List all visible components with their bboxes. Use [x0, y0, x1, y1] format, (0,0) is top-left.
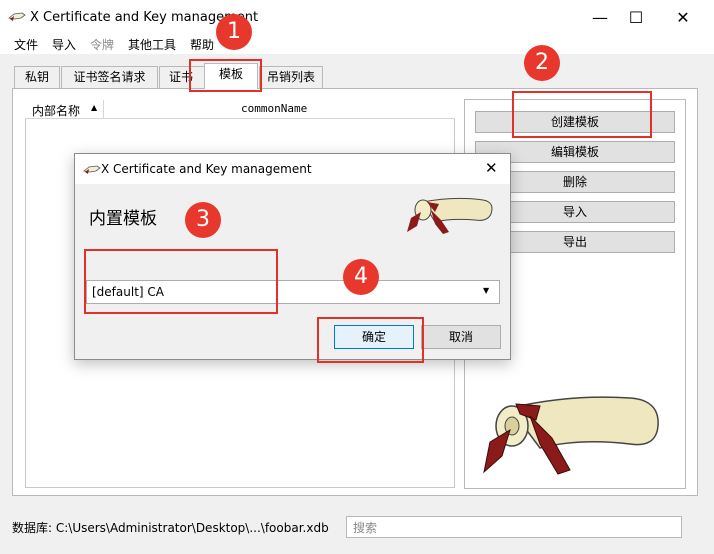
annotation-badge-1: 1: [216, 14, 252, 50]
column-divider: [103, 100, 104, 118]
close-icon[interactable]: ✕: [660, 0, 706, 34]
app-logo-icon: [8, 9, 26, 26]
menu-help[interactable]: 帮助: [190, 36, 214, 53]
highlight-create-template: [512, 91, 652, 138]
column-commonname[interactable]: commonName: [241, 102, 307, 115]
dialog-logo-icon: [83, 163, 101, 178]
main-window: X Certificate and Key management — ☐ ✕ 文…: [0, 0, 714, 554]
cancel-button[interactable]: 取消: [421, 325, 501, 349]
highlight-templates-tab: [189, 59, 262, 92]
tab-revocation-lists[interactable]: 吊销列表: [259, 66, 323, 88]
menu-file[interactable]: 文件: [14, 36, 38, 53]
column-internal-name[interactable]: 内部名称: [32, 102, 80, 119]
list-header: 内部名称 ▲ commonName: [25, 100, 455, 119]
sort-ascending-icon: ▲: [91, 103, 98, 112]
database-path: 数据库: C:\Users\Administrator\Desktop\...\…: [12, 521, 329, 535]
tab-csr[interactable]: 证书签名请求: [61, 66, 158, 88]
dialog-title-bar: X Certificate and Key management ✕: [75, 154, 510, 184]
menu-token[interactable]: 令牌: [90, 36, 114, 53]
maximize-icon[interactable]: ☐: [613, 0, 659, 34]
tab-private-keys[interactable]: 私钥: [14, 66, 60, 88]
dialog-heading: 内置模板: [89, 209, 157, 229]
annotation-badge-2: 2: [524, 45, 560, 81]
scroll-illustration-icon: [470, 386, 670, 489]
chevron-down-icon: ▼: [483, 286, 490, 295]
dialog-title: X Certificate and Key management: [101, 162, 312, 176]
annotation-badge-3: 3: [185, 202, 221, 238]
highlight-ok-button: [317, 317, 424, 363]
title-bar: X Certificate and Key management — ☐ ✕: [0, 0, 714, 34]
dialog-close-icon[interactable]: ✕: [485, 159, 498, 177]
menu-other-tools[interactable]: 其他工具: [128, 36, 176, 53]
dialog-scroll-icon: [405, 192, 495, 239]
menu-bar: 文件 导入 令牌 其他工具 帮助: [0, 34, 714, 54]
highlight-template-select: [84, 249, 278, 314]
menu-import[interactable]: 导入: [52, 36, 76, 53]
search-input[interactable]: 搜索: [346, 516, 682, 538]
annotation-badge-4: 4: [343, 259, 379, 295]
